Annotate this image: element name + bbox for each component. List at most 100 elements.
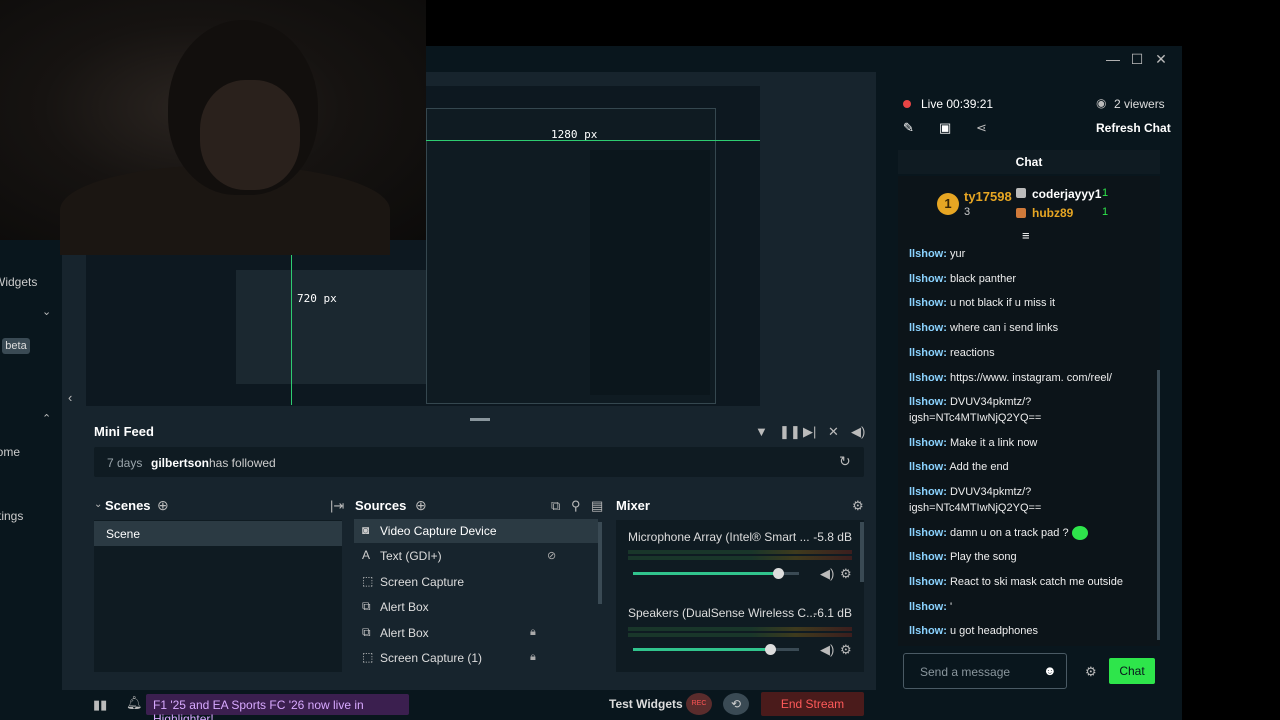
bronze-badge-icon	[1016, 208, 1026, 218]
viewer-count: 2 viewers	[1114, 97, 1165, 111]
drag-handle[interactable]	[470, 418, 490, 421]
record-button[interactable]: REC	[686, 693, 712, 715]
chat-message-continued: igsh=NTc4MTIwNjQ2YQ==	[909, 412, 1042, 424]
lock-icon[interactable]: 🔒︎	[530, 626, 536, 639]
skip-icon[interactable]: ▶|	[803, 424, 816, 440]
refresh-chat-button[interactable]: Refresh Chat	[1096, 121, 1171, 135]
mixer-scrollbar[interactable]	[860, 522, 864, 582]
volume-slider-knob[interactable]	[773, 568, 784, 579]
close-button[interactable]: ✕	[1150, 50, 1172, 68]
pencil-icon[interactable]: ✎	[903, 120, 914, 136]
top-supporter-count: 3	[964, 206, 971, 218]
scene-item[interactable]: Scene	[94, 521, 342, 546]
chevron-down-icon[interactable]: ⌄	[94, 499, 102, 510]
source-item[interactable]: ⬚ Screen Capture (1) 🔒︎	[354, 646, 598, 670]
source-label: Alert Box	[380, 600, 429, 614]
gear-icon[interactable]: ⚙	[840, 642, 852, 658]
source-label: Text (GDI+)	[380, 549, 442, 563]
source-layout-icon[interactable]: ⧉	[551, 498, 560, 514]
beta-badge: beta	[2, 338, 30, 354]
chevron-down-icon[interactable]: ⌄	[42, 305, 51, 318]
folder-icon[interactable]: ▤	[591, 498, 603, 514]
volume-slider-fill	[633, 572, 779, 575]
gear-icon[interactable]: ⚙	[840, 566, 852, 582]
source-item[interactable]: ⧉ Alert Box	[354, 595, 598, 619]
chat-message: llshow: React to ski mask catch me outsi…	[909, 576, 1123, 588]
chat-settings-gear-icon[interactable]: ⚙	[1085, 664, 1097, 680]
screen-icon: ⬚	[362, 650, 374, 664]
volume-meter	[628, 556, 852, 560]
scenes-title: Scenes	[105, 498, 151, 513]
alert-icon: ⧉	[362, 599, 371, 613]
stats-icon[interactable]: ▮▮	[93, 697, 107, 713]
third-supporter-name: hubz89	[1032, 206, 1074, 220]
filter-icon[interactable]: ▼	[755, 424, 768, 439]
chat-message: llshow: DVUV34pkmtz/?	[909, 396, 1032, 408]
mixer-channel-name: Speakers (DualSense Wireless C...	[628, 606, 817, 620]
third-supporter-count: 1	[1102, 206, 1109, 218]
source-item[interactable]: A Text (GDI+) ⊘	[354, 544, 598, 568]
source-label: Video Capture Device	[380, 524, 497, 538]
chat-send-button[interactable]: Chat	[1109, 658, 1155, 684]
source-item[interactable]: ⧉ Alert Box 🔒︎	[354, 621, 598, 645]
pause-icon[interactable]: ❚❚	[779, 424, 801, 440]
chat-message: llshow: damn u on a track pad ?	[909, 525, 1149, 541]
scene-transition-icon[interactable]: |⇥	[330, 498, 344, 514]
emoji-icon[interactable]: ☻	[1043, 663, 1057, 678]
nav-item-widgets[interactable]: Widgets	[0, 275, 37, 289]
gear-icon[interactable]: ⚙	[852, 498, 864, 514]
chat-message: llshow: u not black if u miss it	[909, 297, 1056, 309]
speaker-icon[interactable]: ◀)	[820, 642, 834, 658]
collapse-leaderboard-icon[interactable]: ≡	[1022, 228, 1030, 243]
mute-alerts-icon[interactable]: ✕	[828, 424, 839, 440]
chat-scrollbar[interactable]	[1157, 370, 1160, 640]
live-timer: 00:39:21	[946, 97, 994, 111]
minimize-button[interactable]: —	[1102, 50, 1124, 68]
chat-message: llshow: DVUV34pkmtz/?	[909, 486, 1032, 498]
chat-message: llshow: Add the end	[909, 461, 1009, 473]
height-measure-label: 720 px	[297, 292, 337, 305]
highlighter-notification[interactable]: F1 '25 and EA Sports FC '26 now live in …	[146, 694, 409, 720]
source-item[interactable]: ⬚ Screen Capture	[354, 570, 598, 594]
chevron-up-icon[interactable]: ⌃	[42, 412, 51, 425]
refresh-icon[interactable]: ↻	[839, 453, 851, 470]
mini-feed-title: Mini Feed	[94, 424, 154, 439]
rank-one-badge: 1	[937, 193, 959, 215]
source-item[interactable]: ◙ Video Capture Device	[354, 519, 598, 543]
webcam-feed	[0, 0, 426, 255]
media-icon[interactable]: ▣	[939, 120, 951, 136]
volume-meter	[628, 550, 852, 554]
speaker-icon[interactable]: ◀)	[820, 566, 834, 582]
end-stream-button[interactable]: End Stream	[761, 692, 864, 716]
source-label: Screen Capture	[380, 575, 465, 589]
collapse-left-icon[interactable]: ‹	[68, 390, 72, 405]
maximize-button[interactable]: ☐	[1126, 50, 1148, 68]
second-supporter-name: coderjayyy1	[1032, 187, 1102, 201]
sources-title: Sources	[355, 498, 407, 513]
width-measure-label: 1280 px	[551, 128, 598, 141]
second-supporter-count: 1	[1102, 187, 1109, 199]
share-icon[interactable]: ⋖	[976, 120, 987, 136]
source-label: Alert Box	[380, 626, 429, 640]
sources-scrollbar[interactable]	[598, 522, 602, 604]
volume-slider-knob[interactable]	[765, 644, 776, 655]
chat-message: llshow: reactions	[909, 347, 995, 359]
nav-item-home[interactable]: Home	[0, 445, 20, 459]
mixer-channel-db: -6.1 dB	[813, 606, 852, 620]
add-scene-icon[interactable]: ⊕	[157, 497, 169, 514]
chat-message: llshow: Play the song	[909, 551, 1017, 563]
mixer-channel-db: -5.8 dB	[813, 530, 852, 544]
volume-slider-fill	[633, 648, 771, 651]
eye-icon: ◉	[1096, 96, 1107, 110]
nav-item-settings[interactable]: Settings	[0, 509, 23, 523]
source-filter-icon[interactable]: ⚲	[571, 498, 581, 514]
add-source-icon[interactable]: ⊕	[415, 497, 427, 514]
camera-icon: ◙	[362, 523, 370, 537]
lock-icon[interactable]: 🔒︎	[530, 651, 536, 664]
live-label: Live	[921, 97, 944, 111]
volume-icon[interactable]: ◀)	[851, 424, 865, 440]
replay-buffer-icon[interactable]: ⟲	[723, 693, 749, 715]
test-widgets-button[interactable]: Test Widgets	[609, 697, 683, 711]
hidden-eye-icon[interactable]: ⊘	[547, 549, 556, 562]
notification-bell-icon[interactable]: 🔔︎	[126, 695, 143, 711]
